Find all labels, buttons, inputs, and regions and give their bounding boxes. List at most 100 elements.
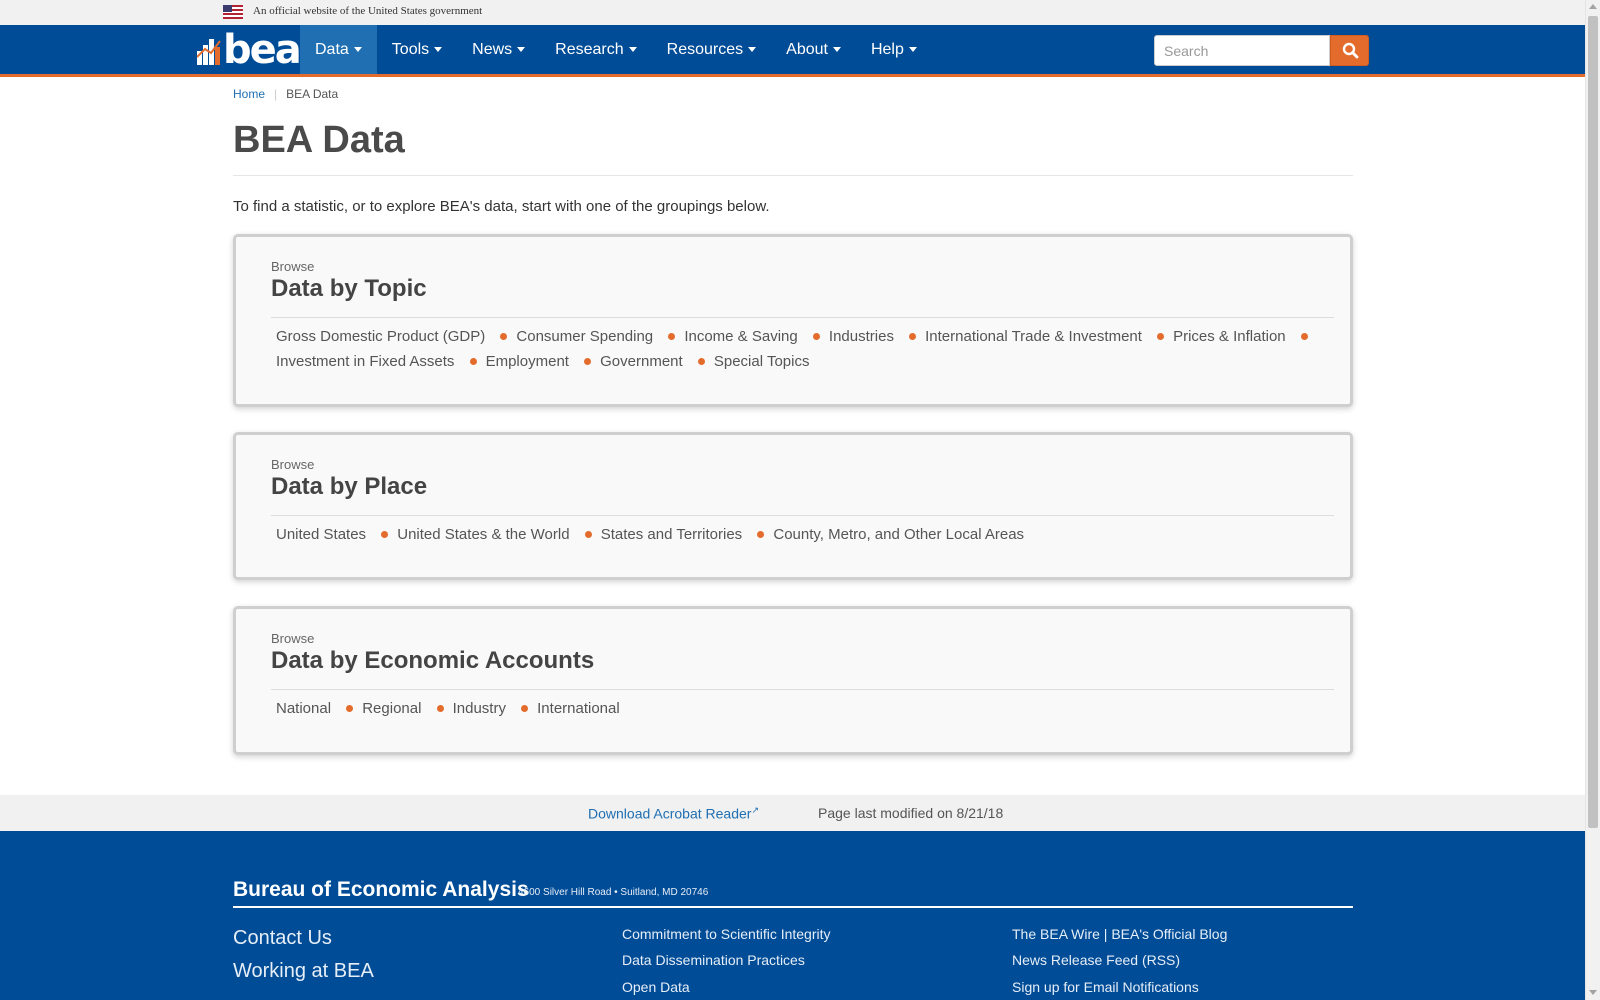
card-link[interactable]: Special Topics [714,353,810,370]
card-link[interactable]: National [276,700,331,717]
card-divider [271,689,1334,690]
card-link[interactable]: Industry [453,700,506,717]
footer-rss-link[interactable]: News Release Feed (RSS) [1012,952,1180,968]
gov-banner: An official website of the United States… [0,0,1585,25]
footer-scientific-integrity-link[interactable]: Commitment to Scientific Integrity [622,926,831,942]
card-link[interactable]: County, Metro, and Other Local Areas [773,526,1024,543]
footer-blog-link[interactable]: The BEA Wire | BEA's Official Blog [1012,926,1227,942]
footer-contact-us-link[interactable]: Contact Us [233,927,332,950]
breadcrumb-home-link[interactable]: Home [233,87,265,101]
caret-down-icon [832,47,841,53]
bullet-dot-icon [812,332,820,340]
external-link-icon: ↗ [751,805,759,815]
card-link[interactable]: Regional [362,700,421,717]
search-input[interactable] [1154,35,1330,66]
card-link-list: United States United States & the World … [276,522,1326,547]
card-data-by-place: Browse Data by Place United States Unite… [233,432,1353,580]
breadcrumb-current: BEA Data [286,87,339,101]
card-link[interactable]: Government [600,353,683,370]
caret-down-icon [748,47,757,53]
bea-logo[interactable]: bea [197,27,302,73]
caret-down-icon [908,47,917,53]
bullet-dot-icon [436,704,444,712]
nav-item-help[interactable]: Help [856,25,932,74]
bullet-dot-icon [1300,332,1308,340]
page-scrollbar[interactable] [1585,0,1600,1000]
card-link[interactable]: Income & Saving [684,328,797,345]
nav-item-news[interactable]: News [457,25,540,74]
footer-working-at-bea-link[interactable]: Working at BEA [233,960,374,983]
breadcrumb-separator: | [274,87,278,101]
card-link[interactable]: Employment [486,353,569,370]
bullet-dot-icon [381,530,389,538]
footer-org-name: Bureau of Economic Analysis [233,878,529,901]
card-browse-label: Browse [271,457,315,472]
nav-item-data[interactable]: Data [300,25,377,74]
footer-email-signup-link[interactable]: Sign up for Email Notifications [1012,979,1199,995]
search-button[interactable] [1330,35,1369,66]
card-data-by-economic-accounts: Browse Data by Economic Accounts Nationa… [233,606,1353,755]
card-browse-label: Browse [271,259,315,274]
card-link[interactable]: United States & the World [397,526,569,543]
nav-item-tools[interactable]: Tools [377,25,457,74]
gov-banner-text: An official website of the United States… [253,5,483,17]
nav-item-label: News [472,41,513,58]
search-icon [1342,42,1359,59]
caret-down-icon [517,47,526,53]
nav-item-label: Tools [391,41,430,58]
card-link[interactable]: Consumer Spending [516,328,653,345]
nav-item-about[interactable]: About [771,25,856,74]
caret-down-icon [628,47,637,53]
card-title: Data by Place [271,473,428,500]
bea-logo-text: bea [223,27,302,73]
download-acrobat-link[interactable]: Download Acrobat Reader↗ [588,805,759,822]
card-link[interactable]: Prices & Inflation [1173,328,1286,345]
card-link[interactable]: Gross Domestic Product (GDP) [276,328,485,345]
card-link-list: Gross Domestic Product (GDP) Consumer Sp… [276,324,1326,374]
footer-divider [233,906,1353,908]
nav-item-resources[interactable]: Resources [652,25,771,74]
bullet-dot-icon [909,332,917,340]
card-divider [271,317,1334,318]
bullet-dot-icon [469,357,477,365]
nav-item-label: About [786,41,828,58]
main-nav: Data Tools News Research Resources About Help [300,25,932,74]
bullet-dot-icon [697,357,705,365]
us-flag-icon [223,5,243,19]
bea-logo-mark-icon [197,39,221,65]
footer-address: 4600 Silver Hill Road • Suitland, MD 207… [518,887,709,898]
card-title: Data by Economic Accounts [271,647,595,674]
bullet-dot-icon [521,704,529,712]
title-divider [233,175,1353,176]
caret-down-icon [353,47,362,53]
intro-text: To find a statistic, or to explore BEA's… [233,198,770,215]
card-link[interactable]: International Trade & Investment [925,328,1142,345]
scroll-up-arrow-icon[interactable] [1589,4,1597,9]
card-link[interactable]: States and Territories [601,526,742,543]
card-browse-label: Browse [271,631,315,646]
page-modified-text: Page last modified on 8/21/18 [818,805,1004,821]
nav-item-label: Research [555,41,624,58]
bullet-dot-icon [757,530,765,538]
footer-dissemination-link[interactable]: Data Dissemination Practices [622,952,805,968]
main-navbar: bea Data Tools News Research Resources About H… [0,25,1585,77]
card-link[interactable]: United States [276,526,366,543]
bullet-dot-icon [668,332,676,340]
scroll-thumb[interactable] [1588,16,1598,828]
nav-item-label: Help [870,41,904,58]
card-title: Data by Topic [271,275,427,302]
breadcrumb: Home | BEA Data [233,87,338,101]
card-divider [271,515,1334,516]
bullet-dot-icon [1157,332,1165,340]
card-link[interactable]: Industries [829,328,894,345]
card-link-list: National Regional Industry International [276,696,1326,721]
scroll-down-arrow-icon[interactable] [1589,990,1597,995]
bullet-dot-icon [346,704,354,712]
download-acrobat-label: Download Acrobat Reader [588,805,752,822]
bullet-dot-icon [500,332,508,340]
bullet-dot-icon [584,357,592,365]
nav-item-research[interactable]: Research [540,25,651,74]
card-link[interactable]: Investment in Fixed Assets [276,353,454,370]
card-link[interactable]: International [537,700,620,717]
footer-open-data-link[interactable]: Open Data [622,979,690,995]
